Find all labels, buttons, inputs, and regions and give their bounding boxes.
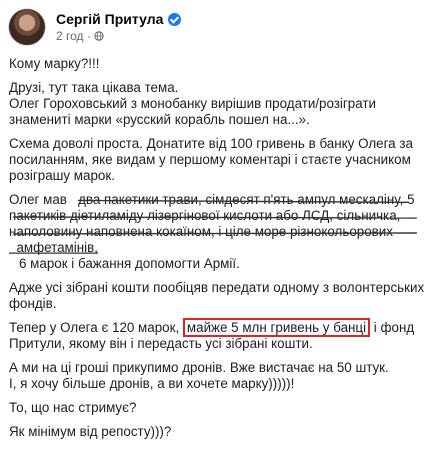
text-line: Кому марку?!!! bbox=[9, 56, 100, 71]
text-line: Олег Гороховський з монобанку вирішив пр… bbox=[9, 96, 377, 111]
paragraph-6: Тепер у Олега є 120 марок, майже 5 млн г… bbox=[9, 318, 421, 352]
text-line: амфетамінів, bbox=[9, 240, 421, 256]
post-header: Сергій Притула 2 год · bbox=[8, 8, 182, 46]
avatar[interactable] bbox=[8, 8, 46, 46]
paragraph-3: Схема доволі проста. Донатите від 100 гр… bbox=[9, 136, 421, 184]
paragraph-8: То, що нас стримує? bbox=[9, 400, 421, 416]
text-line: Адже усі зібрані кошти пообіцяв передати… bbox=[9, 280, 425, 295]
text-line: Друзі, тут така цікава тема. bbox=[9, 80, 179, 95]
scribbled-line: наполовину наповнена кокаїном, і ціле мо… bbox=[9, 224, 393, 239]
text-line: І, я хочу більше дронів, а ви хочете мар… bbox=[9, 376, 295, 391]
text-line: Тепер у Олега є 120 марок, майже 5 млн г… bbox=[9, 318, 421, 337]
paragraph-4: Олег мав два пакетики трави, сімдесят п'… bbox=[9, 192, 421, 272]
paragraph-1: Кому марку?!!! bbox=[9, 56, 421, 72]
author-name[interactable]: Сергій Притула bbox=[56, 11, 163, 27]
highlighted-phrase: майже 5 млн гривень у банці bbox=[182, 318, 371, 337]
paragraph-2: Друзі, тут така цікава тема. Олег Горохо… bbox=[9, 80, 421, 128]
paragraph-7: А ми на ці гроші прикупимо дронів. Вже в… bbox=[9, 360, 421, 392]
scribbled-text: два пакетики трави, сімдесят п'ять ампул… bbox=[71, 192, 415, 207]
author-row: Сергій Притула bbox=[56, 11, 182, 27]
scribbled-line: пакетиків діетиламіду лізергінової кисло… bbox=[9, 208, 401, 223]
post-meta: Сергій Притула 2 год · bbox=[56, 11, 182, 43]
globe-icon bbox=[94, 31, 104, 41]
scribbled-line-wrap: пакетиків діетиламіду лізергінової кисло… bbox=[9, 208, 421, 224]
scribbled-text: амфетамінів, bbox=[9, 240, 98, 255]
facebook-post: Сергій Притула 2 год · Кому марку?!!! Др… bbox=[0, 0, 428, 455]
text-line: розіграшу марок. bbox=[9, 168, 115, 183]
text-line: Як мінімум від репосту)))? bbox=[9, 424, 172, 439]
post-timestamp[interactable]: 2 год · bbox=[56, 29, 91, 43]
text-line: фондів. bbox=[9, 296, 57, 311]
text-prefix: Олег мав bbox=[9, 192, 67, 207]
verified-badge-icon bbox=[168, 12, 182, 26]
text-line: А ми на ці гроші прикупимо дронів. Вже в… bbox=[9, 360, 389, 375]
text-line: Олег мав два пакетики трави, сімдесят п'… bbox=[9, 192, 421, 208]
paragraph-9: Як мінімум від репосту)))? bbox=[9, 424, 421, 440]
text-line: посиланням, яке видам у першому коментар… bbox=[9, 152, 411, 167]
text-line: 6 марок і бажання допомогти Армії. bbox=[19, 256, 240, 271]
scribbled-line: амфетамінів, bbox=[16, 240, 98, 255]
text-suffix: і фонд bbox=[373, 320, 415, 335]
text-line: знамениті марки «русский корабль пошел н… bbox=[9, 112, 310, 127]
scribbled-line-wrap: наполовину наповнена кокаїном, і ціле мо… bbox=[9, 224, 421, 240]
post-body: Кому марку?!!! Друзі, тут така цікава те… bbox=[9, 56, 425, 448]
text-line: Притули, якому він і передасть усі зібра… bbox=[9, 336, 313, 351]
time-row: 2 год · bbox=[56, 29, 181, 43]
scribbled-line: два пакетики трави, сімдесят п'ять ампул… bbox=[78, 192, 415, 207]
text-line: Схема доволі проста. Донатите від 100 гр… bbox=[9, 136, 413, 151]
paragraph-5: Адже усі зібрані кошти пообіцяв передати… bbox=[9, 280, 425, 312]
text-line: То, що нас стримує? bbox=[9, 400, 137, 415]
text-prefix: Тепер у Олега є 120 марок, bbox=[9, 320, 180, 335]
